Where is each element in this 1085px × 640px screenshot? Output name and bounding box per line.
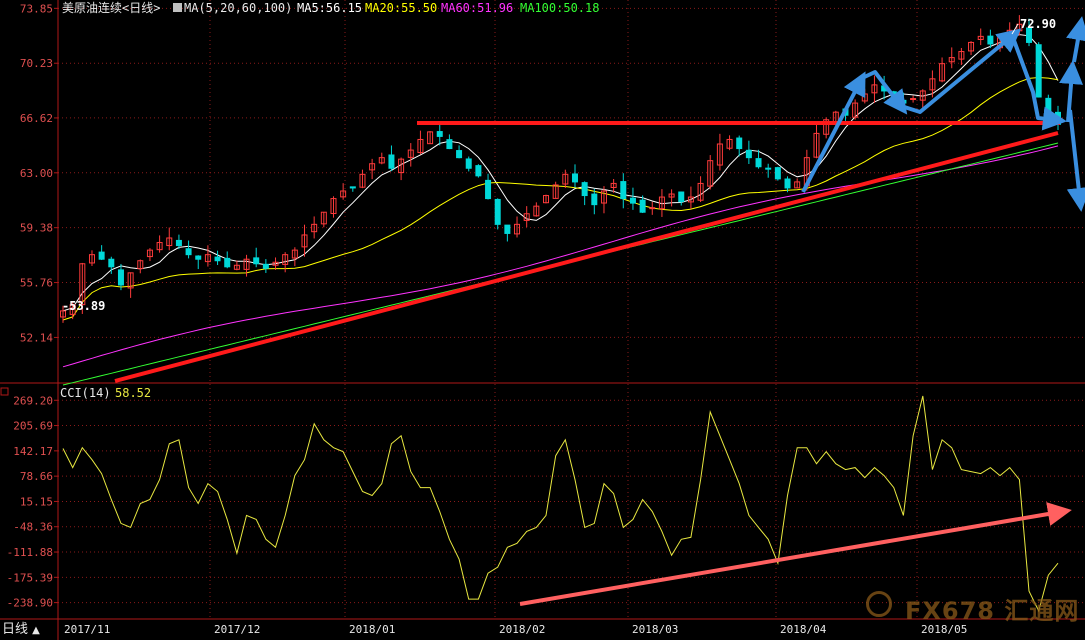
- candle-body: [475, 165, 482, 177]
- candle-body: [1045, 97, 1052, 116]
- y-tick-label: 55.76: [20, 277, 53, 290]
- y-tick-label: -48.36: [13, 521, 53, 534]
- candle-body: [185, 248, 192, 256]
- period-button[interactable]: 日线 ▲: [2, 621, 52, 638]
- period-label: 日线: [2, 622, 29, 637]
- candle-body: [108, 258, 115, 268]
- candle-body: [262, 263, 269, 269]
- low-price-label: -53.89: [62, 299, 105, 313]
- candle-body: [456, 150, 463, 159]
- y-tick-label: 73.85: [20, 2, 53, 15]
- candle-body: [494, 198, 501, 225]
- candle-body: [436, 131, 443, 137]
- candle-body: [571, 173, 578, 183]
- blue-arrow: [1066, 109, 1085, 212]
- cci-label: CCI(14): [60, 386, 111, 400]
- y-tick-label: 52.14: [20, 331, 53, 344]
- candle-body: [910, 98, 917, 101]
- cci-settings-icon[interactable]: [0, 387, 9, 396]
- ma60-value: MA60:51.96: [441, 1, 513, 15]
- candle-body: [649, 207, 656, 210]
- cci-series: [62, 395, 1059, 613]
- high-price-label: 72.90: [1020, 17, 1056, 31]
- blue-arrow: [801, 71, 866, 193]
- candle-body: [678, 191, 685, 203]
- candle-body: [117, 269, 124, 286]
- candle-body: [1035, 44, 1042, 98]
- candle-body: [98, 251, 105, 260]
- ma-params: MA(5,20,60,100): [184, 1, 292, 15]
- candle-body: [774, 167, 781, 180]
- period-arrow-icon: ▲: [32, 625, 40, 636]
- candle-body: [591, 193, 598, 206]
- candle-body: [745, 149, 752, 159]
- y-tick-label: 63.00: [20, 167, 53, 180]
- candle-body: [388, 154, 395, 169]
- y-tick-label: 59.38: [20, 222, 53, 235]
- chart-canvas: 73.85 70.23 66.62 63.00 59.38 55.76 52.14 269.…: [0, 0, 1085, 640]
- cci-value: 58.52: [115, 386, 151, 400]
- candle-body: [620, 181, 627, 200]
- chart-title: 美原油连续<日线>: [62, 0, 160, 15]
- trendline-overlay: [114, 121, 1060, 383]
- y-tick-label: -238.90: [7, 597, 53, 610]
- moving-average-lines: [62, 34, 1059, 386]
- y-tick-label: 205.69: [13, 420, 53, 433]
- y-tick-label: 78.66: [20, 470, 53, 483]
- y-tick-label: -111.88: [7, 546, 53, 559]
- watermark: FX678 汇通网: [860, 588, 1080, 625]
- candle-body: [504, 224, 511, 234]
- blue-arrow: [897, 28, 1022, 114]
- watermark-logo-icon: [866, 591, 892, 617]
- ma20-line: [62, 76, 1059, 321]
- candle-body: [987, 35, 994, 45]
- candle-body: [195, 255, 202, 260]
- chart-header: 美原油连续<日线> MA(5,20,60,100) MA5:56.15 MA20…: [62, 0, 599, 15]
- candle-body: [784, 178, 791, 189]
- ma20-value: MA20:55.50: [365, 1, 437, 15]
- grid-lines: [58, 0, 1085, 619]
- candle-body: [446, 139, 453, 150]
- cci-line: [62, 395, 1059, 613]
- candle-body: [224, 257, 231, 268]
- candle-body: [639, 199, 646, 213]
- y-tick-label: -175.39: [7, 571, 53, 584]
- candle-body: [175, 239, 182, 247]
- candle-body: [765, 167, 772, 170]
- blue-arrow: [1066, 16, 1085, 63]
- candle-body: [755, 158, 762, 168]
- y-tick-label: 142.17: [13, 445, 53, 458]
- ma100-value: MA100:50.18: [520, 1, 599, 15]
- candle-body: [900, 99, 907, 104]
- ma5-value: MA5:56.15: [297, 1, 362, 15]
- y-tick-label: 66.62: [20, 112, 53, 125]
- candle-body: [349, 186, 356, 189]
- candle-body: [629, 197, 636, 204]
- candle-body: [253, 257, 260, 265]
- candle-body: [465, 158, 472, 169]
- candle-body: [736, 137, 743, 150]
- watermark-text: FX678 汇通网: [905, 597, 1080, 625]
- ma-settings-icon[interactable]: [173, 3, 182, 12]
- candle-body: [581, 182, 588, 197]
- candle-body: [214, 256, 221, 262]
- price-annotations: 72.90 -53.89: [62, 17, 1056, 313]
- y-tick-label: 269.20: [13, 394, 53, 407]
- y-tick-label: 70.23: [20, 57, 53, 70]
- y-tick-label: 15.15: [20, 495, 53, 508]
- cci-y-axis: 269.20 205.69 142.17 78.66 15.15 -48.36 -111.8…: [7, 394, 58, 610]
- candle-body: [485, 179, 492, 200]
- price-y-axis: 73.85 70.23 66.62 63.00 59.38 55.76 52.14: [20, 2, 58, 344]
